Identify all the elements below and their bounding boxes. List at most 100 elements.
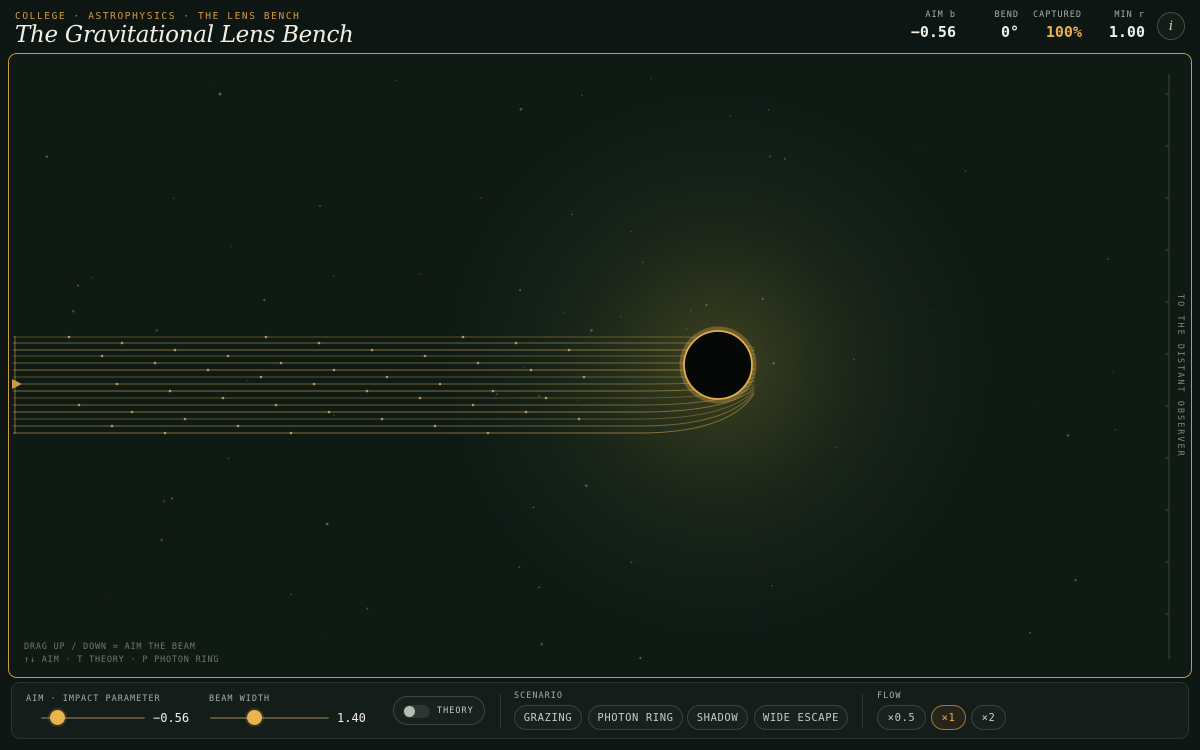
aim-label: AIM · IMPACT PARAMETER: [26, 694, 161, 704]
star: [230, 245, 232, 247]
header: COLLEGE · ASTROPHYSICS · THE LENS BENCH …: [0, 0, 1200, 54]
flow-one-button[interactable]: ×1: [931, 705, 966, 730]
photon-dot: [100, 354, 104, 358]
star: [155, 329, 159, 332]
star: [590, 329, 593, 332]
star: [1114, 428, 1117, 431]
stat-bend: BEND 0°: [980, 10, 1019, 41]
divider-1: [500, 694, 501, 729]
theory-switch[interactable]: [403, 705, 430, 718]
star: [263, 298, 266, 302]
photon-dot: [279, 361, 283, 365]
aim-slider[interactable]: [41, 710, 145, 726]
flow-half-button[interactable]: ×0.5: [877, 705, 926, 730]
beam-width-slider-thumb[interactable]: [247, 710, 263, 725]
scenario-shadow-button[interactable]: SHADOW: [687, 705, 748, 730]
photon-dot: [221, 396, 225, 400]
photon-dot: [183, 417, 187, 421]
star: [519, 289, 522, 292]
stat-aim-value: −0.56: [910, 23, 956, 41]
photon-dot: [433, 424, 437, 428]
star: [519, 107, 523, 111]
app-root: COLLEGE · ASTROPHYSICS · THE LENS BENCH …: [0, 0, 1200, 750]
star: [705, 303, 708, 307]
observer-label: TO THE DISTANT OBSERVER: [1175, 294, 1185, 458]
stat-min-r-label: MIN r: [1114, 10, 1145, 20]
photon-dot: [418, 396, 422, 400]
stat-min-r: MIN r 1.00: [1100, 10, 1145, 41]
star: [162, 499, 166, 503]
star: [518, 566, 521, 569]
star: [366, 607, 369, 610]
photon-dot: [153, 361, 157, 365]
black-hole-icon[interactable]: [683, 330, 753, 400]
star: [1107, 258, 1109, 260]
star: [160, 538, 163, 542]
star: [761, 297, 764, 300]
star: [77, 284, 79, 287]
star: [650, 77, 652, 80]
breadcrumb: COLLEGE · ASTROPHYSICS · THE LENS BENCH: [15, 11, 301, 22]
star: [964, 170, 967, 172]
photon-dot: [385, 375, 389, 379]
star: [540, 642, 543, 646]
star: [173, 197, 175, 200]
photon-dot: [274, 403, 278, 407]
stat-min-r-value: 1.00: [1108, 23, 1145, 41]
photon-dot: [332, 368, 336, 372]
star: [395, 79, 397, 82]
star: [686, 328, 688, 330]
photon-dot: [577, 417, 581, 421]
star: [419, 273, 421, 275]
scenario-grazing-button[interactable]: GRAZING: [514, 705, 582, 730]
star: [639, 656, 642, 660]
stat-captured-label: CAPTURED: [1033, 10, 1082, 20]
scenario-wide-escape-button[interactable]: WIDE ESCAPE: [754, 705, 848, 730]
star: [641, 261, 644, 263]
beam-width-slider[interactable]: [210, 710, 329, 726]
photon-dot: [130, 410, 134, 414]
photon-dot: [226, 354, 230, 358]
star: [537, 394, 541, 398]
aim-slider-thumb[interactable]: [49, 710, 65, 725]
photon-dot: [491, 389, 495, 393]
star: [479, 197, 482, 199]
flow-two-button[interactable]: ×2: [971, 705, 1006, 730]
photon-dot: [120, 341, 124, 345]
star: [620, 316, 622, 318]
star: [772, 361, 776, 365]
photon-dot: [317, 341, 321, 345]
hint-keys: ↑↓ AIM · T THEORY · P PHOTON RING: [24, 655, 220, 665]
beam-width-slider-track[interactable]: [210, 717, 329, 719]
photon-dot: [514, 341, 518, 345]
photon-dot: [370, 348, 374, 352]
lens-canvas[interactable]: [9, 54, 1192, 678]
photon-dot: [289, 431, 293, 435]
star: [523, 367, 525, 369]
star: [45, 155, 48, 158]
info-button[interactable]: i: [1157, 12, 1185, 40]
lens-stage[interactable]: TO THE DISTANT OBSERVER DRAG UP / DOWN =…: [8, 53, 1192, 678]
theory-label: THEORY: [437, 706, 474, 716]
photon-dot: [206, 368, 210, 372]
star: [218, 92, 222, 96]
scenario-photon-ring-button[interactable]: PHOTON RING: [588, 705, 683, 730]
star: [630, 561, 633, 564]
star: [532, 506, 535, 509]
photon-dot: [259, 375, 263, 379]
photon-dot: [380, 417, 384, 421]
star: [246, 379, 248, 382]
theory-toggle[interactable]: THEORY: [393, 696, 485, 725]
stat-aim-label: AIM b: [925, 10, 956, 20]
star: [170, 497, 173, 500]
photon-dot: [471, 403, 475, 407]
photon-dot: [327, 410, 331, 414]
photon-dot: [529, 368, 533, 372]
star: [333, 274, 335, 277]
photon-dot: [168, 389, 172, 393]
beam-width-label: BEAM WIDTH: [209, 694, 271, 704]
aim-value: −0.56: [153, 711, 190, 725]
photon-dot: [461, 335, 465, 339]
star: [1074, 579, 1077, 582]
photon-dot: [582, 375, 586, 379]
